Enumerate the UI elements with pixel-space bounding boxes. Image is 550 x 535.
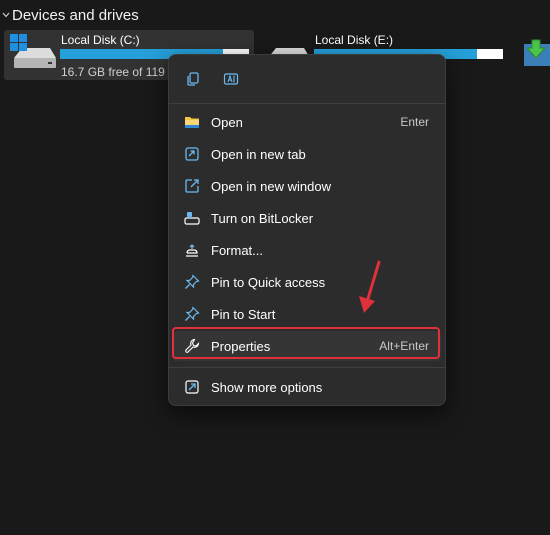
new-tab-icon [183, 145, 201, 163]
menu-separator [169, 367, 445, 368]
devices-section-header[interactable]: Devices and drives [0, 4, 139, 26]
menu-item-bitlocker[interactable]: Turn on BitLocker [173, 203, 441, 233]
menu-item-label: Open [211, 114, 243, 130]
copy-icon[interactable] [181, 67, 205, 91]
menu-item-open[interactable]: Open Enter [173, 107, 441, 137]
annotation-arrow-icon [355, 258, 385, 318]
menu-quick-actions [169, 55, 445, 103]
menu-item-label: Open in new window [211, 178, 331, 194]
menu-item-open-new-window[interactable]: Open in new window [173, 171, 441, 201]
menu-item-show-more-options[interactable]: Show more options [173, 372, 441, 402]
menu-separator [169, 103, 445, 104]
drive-name: Local Disk (E:) [315, 33, 394, 47]
menu-item-open-new-tab[interactable]: Open in new tab [173, 139, 441, 169]
show-more-icon [183, 378, 201, 396]
download-drive-icon[interactable] [522, 38, 550, 68]
menu-item-pin-quick-access[interactable]: Pin to Quick access [173, 267, 441, 297]
menu-item-label: Open in new tab [211, 146, 306, 162]
drive-name: Local Disk (C:) [61, 33, 140, 47]
windows-drive-icon [8, 32, 58, 72]
menu-item-pin-start[interactable]: Pin to Start [173, 299, 441, 329]
new-window-icon [183, 177, 201, 195]
section-title: Devices and drives [12, 6, 139, 24]
menu-item-label: Show more options [211, 379, 323, 395]
drive-free-space: 16.7 GB free of 119 GB [61, 65, 186, 79]
menu-item-format[interactable]: Format... [173, 235, 441, 265]
chevron-down-icon[interactable] [0, 4, 12, 26]
format-icon [183, 241, 201, 259]
menu-item-label: Pin to Quick access [211, 274, 326, 290]
menu-item-shortcut: Enter [400, 115, 429, 129]
rename-icon[interactable] [219, 67, 243, 91]
pin-icon [183, 305, 201, 323]
menu-item-label: Turn on BitLocker [211, 210, 314, 226]
folder-icon [183, 113, 201, 131]
annotation-highlight-box [172, 327, 440, 359]
menu-item-label: Format... [211, 242, 264, 258]
menu-item-label: Pin to Start [211, 306, 276, 322]
pin-icon [183, 273, 201, 291]
bitlocker-key-icon [183, 209, 201, 227]
